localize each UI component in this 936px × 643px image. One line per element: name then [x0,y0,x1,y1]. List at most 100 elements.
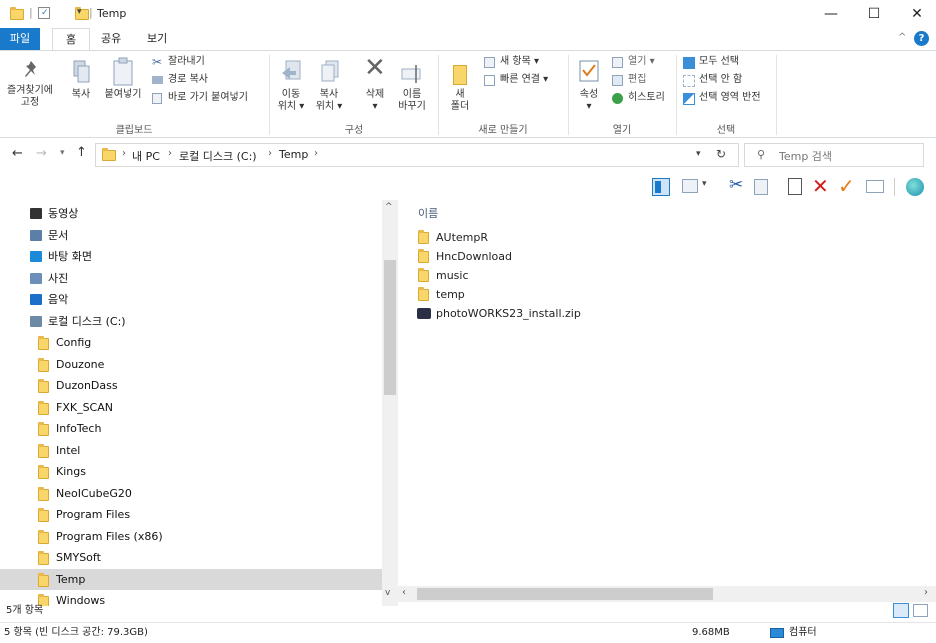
cut-icon[interactable]: ✂ [729,175,743,195]
view-icon[interactable] [682,179,698,193]
nav-scroll-thumb[interactable] [384,260,396,395]
select-none-label: 선택 안 함 [699,74,743,85]
rename-label: 이름 바꾸기 [398,89,426,112]
large-icons-view-icon[interactable] [913,604,928,617]
divider [776,55,777,135]
breadcrumb-this-pc[interactable]: 내 PC [132,148,160,164]
nav-item-infotech[interactable]: InfoTech [0,418,382,439]
tab-view[interactable]: 보기 [134,28,180,50]
copy-to-label: 복사 위치 ▾ [315,89,343,112]
scroll-down-icon[interactable]: v [385,588,390,598]
recent-locations-icon[interactable]: ▾ [60,148,65,158]
check-icon[interactable]: ✓ [838,174,855,198]
status-bar-bottom: 5 항목 (빈 디스크 공간: 79.3GB) 9.68MB 컴퓨터 [0,622,936,643]
separator: | [89,6,93,19]
forward-icon[interactable]: → [36,146,47,161]
folder-icon [102,148,116,161]
breadcrumb-local-disk[interactable]: 로컬 디스크 (C:) [179,148,257,164]
drive-icon [30,315,42,327]
file-name: temp [436,288,465,301]
paste-icon [113,57,133,86]
nav-item-program-files-x86-[interactable]: Program Files (x86) [0,526,382,547]
file-name: HncDownload [436,250,512,263]
horizontal-scroll-thumb[interactable] [417,588,713,600]
minimize-button[interactable]: — [808,0,854,28]
nav-item-temp[interactable]: Temp [0,568,382,590]
chevron-right-icon: › [268,148,272,159]
close-button[interactable]: ✕ [894,0,936,28]
move-to-icon [282,60,301,80]
tab-home[interactable]: 홈 [52,28,91,50]
chevron-right-icon: › [122,148,126,159]
details-view-icon[interactable] [893,603,909,618]
properties-qa-icon[interactable]: ✓ [38,7,50,19]
nav-item-label: DuzonDass [56,379,118,392]
nav-item-intel[interactable]: Intel [0,440,382,461]
up-icon[interactable]: ↑ [76,145,87,160]
customize-qa-icon[interactable]: ▾ [77,7,82,17]
folder-icon [38,400,49,415]
search-box[interactable]: ⚲ Temp 검색 [744,143,924,167]
scissors-icon: ✂ [152,55,163,69]
nav-item-문서[interactable]: 문서 [0,225,382,246]
copy-icon[interactable] [754,179,768,195]
collapse-ribbon-icon[interactable]: ^ [898,32,906,43]
paste-label: 붙여넣기 [104,89,142,100]
open-label: 열기 ▾ [628,56,655,67]
nav-item-label: 바탕 화면 [48,250,92,263]
nav-item-label: FXK_SCAN [56,400,113,414]
refresh-icon[interactable]: ↻ [716,147,726,161]
scroll-left-icon[interactable]: ‹ [402,587,406,598]
divider [894,178,895,196]
history-label: 히스토리 [628,92,665,103]
layout-pane-icon[interactable] [652,178,670,196]
group-open-label: 열기 [612,125,632,136]
back-icon[interactable]: ← [12,146,23,161]
folder-icon [418,249,429,263]
picture-icon [30,272,42,284]
nav-item-config[interactable]: Config [0,332,382,353]
edit-label: 편집 [628,74,647,85]
address-bar[interactable]: › 내 PC › 로컬 디스크 (C:) › Temp › ▾ ↻ [95,143,739,167]
nav-item-사진[interactable]: 사진 [0,268,382,289]
nav-item-label: 동영상 [48,207,79,220]
folder-icon [38,486,49,501]
new-folder-label: 새 폴더 [450,89,470,112]
nav-item-로컬-디스크-c-[interactable]: 로컬 디스크 (C:) [0,311,382,332]
scroll-up-icon[interactable]: ^ [385,202,393,212]
nav-item-smysoft[interactable]: SMYSoft [0,547,382,568]
maximize-button[interactable]: ☐ [851,0,897,28]
nav-item-duzondass[interactable]: DuzonDass [0,375,382,396]
nav-item-program-files[interactable]: Program Files [0,504,382,525]
title-bar: | ✓ ▾ | Temp — ☐ ✕ [0,0,936,28]
help-icon[interactable]: ? [914,31,929,46]
globe-icon[interactable] [906,178,924,196]
nav-item-음악[interactable]: 음악 [0,289,382,310]
nav-item-label: Temp [56,572,86,586]
delete-icon[interactable]: ✕ [812,174,829,198]
view-dropdown-icon[interactable]: ▾ [702,179,707,189]
column-header-name[interactable]: 이름 [418,205,438,221]
file-name: music [436,269,469,282]
nav-item-douzone[interactable]: Douzone [0,354,382,375]
tab-file[interactable]: 파일 [0,28,40,50]
rename-icon[interactable] [866,180,884,193]
cut-label: 잘라내기 [168,56,205,67]
window-title: Temp [97,7,127,20]
nav-item-kings[interactable]: Kings [0,461,382,482]
nav-item-neoicubeg20[interactable]: NeoICubeG20 [0,483,382,504]
folder-icon [418,287,429,301]
folder-icon [38,443,49,458]
nav-item-바탕-화면[interactable]: 바탕 화면 [0,246,382,267]
address-dropdown-icon[interactable]: ▾ [696,149,701,159]
nav-item-fxk-scan[interactable]: FXK_SCAN [0,397,382,418]
paste-icon[interactable] [788,178,802,195]
folder-icon [38,379,49,393]
properties-icon [579,60,599,82]
nav-item-동영상[interactable]: 동영상 [0,203,382,224]
nav-item-label: Program Files [56,508,131,521]
breadcrumb-temp[interactable]: Temp [279,148,308,161]
scroll-right-icon[interactable]: › [924,587,928,598]
tab-share[interactable]: 공유 [88,28,134,50]
edit-icon [612,75,623,86]
